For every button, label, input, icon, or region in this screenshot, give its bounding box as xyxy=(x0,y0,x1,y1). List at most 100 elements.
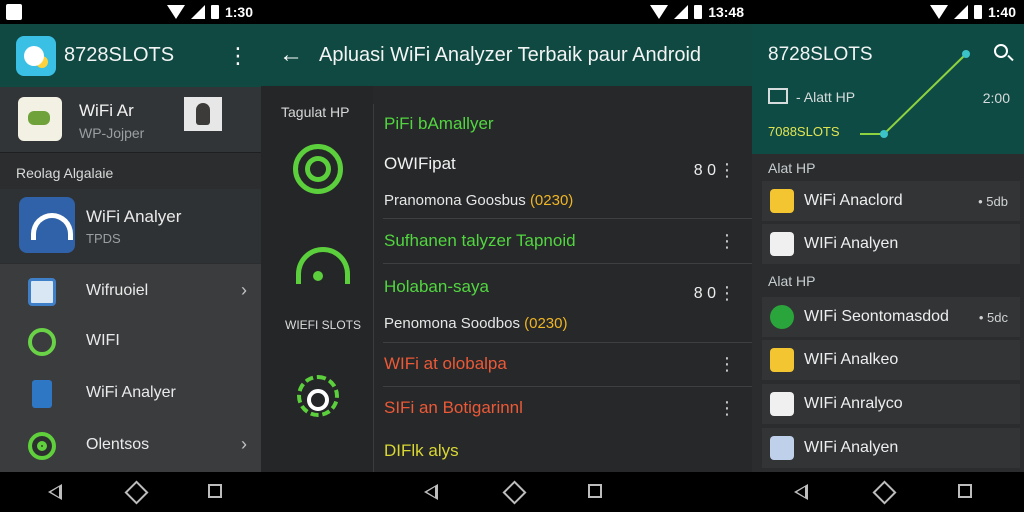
device-icon xyxy=(28,278,56,306)
app-bar: 8728SLOTS - Alatt HP 2:00 7088SLOTS xyxy=(752,24,1024,154)
menu-item-olentsos[interactable]: Olentsos › xyxy=(0,420,261,472)
battery-icon xyxy=(210,5,219,19)
divider xyxy=(383,386,752,387)
menu-item-wifi-analyer[interactable]: WiFi Analyer xyxy=(0,368,261,420)
app-thumbnail xyxy=(18,97,62,141)
wifi-icon[interactable] xyxy=(293,241,350,291)
more-icon[interactable]: ⋮ xyxy=(718,354,736,375)
featured-name: WiFi Analyer xyxy=(86,207,182,226)
screen-left: 1:30 8728SLOTS ⋮ WiFi Ar WP-Jojper Reola… xyxy=(0,0,261,472)
profile-name: WiFi Ar xyxy=(79,101,134,120)
avatar[interactable] xyxy=(184,97,222,131)
recents-nav-icon[interactable] xyxy=(588,484,602,498)
signal-icon xyxy=(674,5,689,19)
app-bar: ← Apluasi WiFi Analyzer Terbaik paur And… xyxy=(261,24,752,86)
item-title: OWIFipat xyxy=(384,154,456,173)
app-title: 8728SLOTS xyxy=(64,44,175,66)
nav-menu: Wifruoiel › WIFI WiFi Analyer Olentsos › xyxy=(0,264,261,472)
category-rail: Tagulat HP WIEFI SLOTS xyxy=(261,86,373,472)
section-title: Alat HP xyxy=(768,160,816,176)
back-nav-icon[interactable] xyxy=(424,484,438,500)
item-title: Holaban-saya xyxy=(384,277,489,296)
back-nav-icon[interactable] xyxy=(794,484,808,500)
item-title: WIFi at olobalpa xyxy=(384,354,507,373)
item-label: WIFi Analyen xyxy=(804,235,899,252)
list-item[interactable]: WiFi Anaclord • 5db xyxy=(762,181,1020,221)
list-item[interactable]: WIFi Anralyco xyxy=(762,384,1020,424)
target-icon xyxy=(28,432,56,460)
list-item[interactable]: WIFi Analyen xyxy=(762,224,1020,264)
profile-header[interactable]: WiFi Ar WP-Jojper xyxy=(0,87,261,153)
list-item[interactable]: DIFlk alys xyxy=(373,441,752,469)
list-item[interactable]: PiFi bAmallyer xyxy=(373,114,752,144)
item-count: 8 0 xyxy=(693,162,716,179)
wifi-ring-icon[interactable] xyxy=(293,144,343,194)
item-title: Sufhanen talyzer Tapnoid xyxy=(384,231,576,250)
list-item[interactable]: Holaban-saya 8 0 ⋮ Penomona Soodbos (023… xyxy=(373,277,752,341)
ring-icon xyxy=(28,328,56,356)
signal-icon xyxy=(190,5,205,19)
item-subtitle: Pranomona Goosbus (0230) xyxy=(384,192,574,209)
item-value: • 5dc xyxy=(978,310,1008,325)
item-label: WIFi Seontomasdod xyxy=(804,308,949,325)
home-nav-icon[interactable] xyxy=(124,480,149,505)
more-icon[interactable]: ⋮ xyxy=(718,231,736,252)
more-options-icon[interactable]: ⋮ xyxy=(227,43,249,69)
wifi-status-icon xyxy=(650,5,669,19)
app-icon xyxy=(770,305,794,329)
wifi-app-icon xyxy=(19,197,75,253)
phone-icon xyxy=(32,380,52,408)
item-value: • 5db xyxy=(978,194,1008,209)
list-item[interactable]: WIFi Seontomasdod • 5dc xyxy=(762,297,1020,337)
menu-item-wifruoiel[interactable]: Wifruoiel › xyxy=(0,266,261,318)
status-bar: 1:40 xyxy=(752,0,1024,24)
item-title: SIFi an Botigarinnl xyxy=(384,398,523,417)
list-item[interactable]: WIFi at olobalpa ⋮ xyxy=(373,354,752,386)
app-logo-icon xyxy=(16,35,56,76)
item-label: WIFi Analkeo xyxy=(804,351,899,368)
signal-icon xyxy=(953,5,968,19)
divider xyxy=(383,342,752,343)
menu-item-wifi[interactable]: WIFI xyxy=(0,316,261,368)
menu-label: Wifruoiel xyxy=(86,282,149,299)
list-item[interactable]: WIFi Analkeo xyxy=(762,340,1020,380)
profile-subtitle: WP-Jojper xyxy=(79,125,145,141)
home-nav-icon[interactable] xyxy=(872,480,897,505)
more-icon[interactable]: ⋮ xyxy=(718,398,736,419)
chevron-right-icon: › xyxy=(241,280,247,300)
featured-app[interactable]: WiFi Analyer TPDS xyxy=(0,189,261,263)
back-arrow-icon[interactable]: ← xyxy=(279,41,303,69)
menu-label: WIFI xyxy=(86,332,120,349)
more-icon[interactable]: ⋮ xyxy=(718,283,736,304)
rail-header: Tagulat HP xyxy=(281,104,350,120)
rail-caption: WIEFI SLOTS xyxy=(285,318,362,332)
status-time: 1:30 xyxy=(224,4,253,20)
app-icon xyxy=(770,392,794,416)
app-bar: 8728SLOTS ⋮ xyxy=(0,24,261,87)
screen-middle: 13:48 ← Apluasi WiFi Analyzer Terbaik pa… xyxy=(261,0,752,472)
screen-right: 1:40 8728SLOTS - Alatt HP 2:00 7088SLOTS… xyxy=(752,0,1024,472)
scanner-icon[interactable] xyxy=(293,371,343,421)
wifi-status-icon xyxy=(929,5,948,19)
item-title: PiFi bAmallyer xyxy=(384,114,494,133)
more-icon[interactable]: ⋮ xyxy=(718,160,736,181)
list-item[interactable]: WIFi Analyen xyxy=(762,428,1020,468)
item-subtitle: Penomona Soodbos (0230) xyxy=(384,315,568,332)
grid-icon xyxy=(768,88,788,104)
home-nav-icon[interactable] xyxy=(502,480,527,505)
list-item[interactable]: Sufhanen talyzer Tapnoid ⋮ xyxy=(373,231,752,265)
list-item[interactable]: OWIFipat 8 0 ⋮ Pranomona Goosbus (0230) xyxy=(373,154,752,218)
menu-label: WiFi Analyer xyxy=(86,384,176,401)
item-label: WIFi Anralyco xyxy=(804,395,903,412)
status-time: 1:40 xyxy=(987,4,1016,20)
battery-icon xyxy=(694,5,703,19)
meta-value: 2:00 xyxy=(982,90,1010,106)
item-label: WIFi Analyen xyxy=(804,439,899,456)
recents-nav-icon[interactable] xyxy=(208,484,222,498)
app-icon xyxy=(770,232,794,256)
recents-nav-icon[interactable] xyxy=(958,484,972,498)
notification-icon xyxy=(6,4,22,20)
list-item[interactable]: SIFi an Botigarinnl ⋮ xyxy=(373,398,752,430)
battery-icon xyxy=(973,5,982,19)
back-nav-icon[interactable] xyxy=(48,484,62,500)
